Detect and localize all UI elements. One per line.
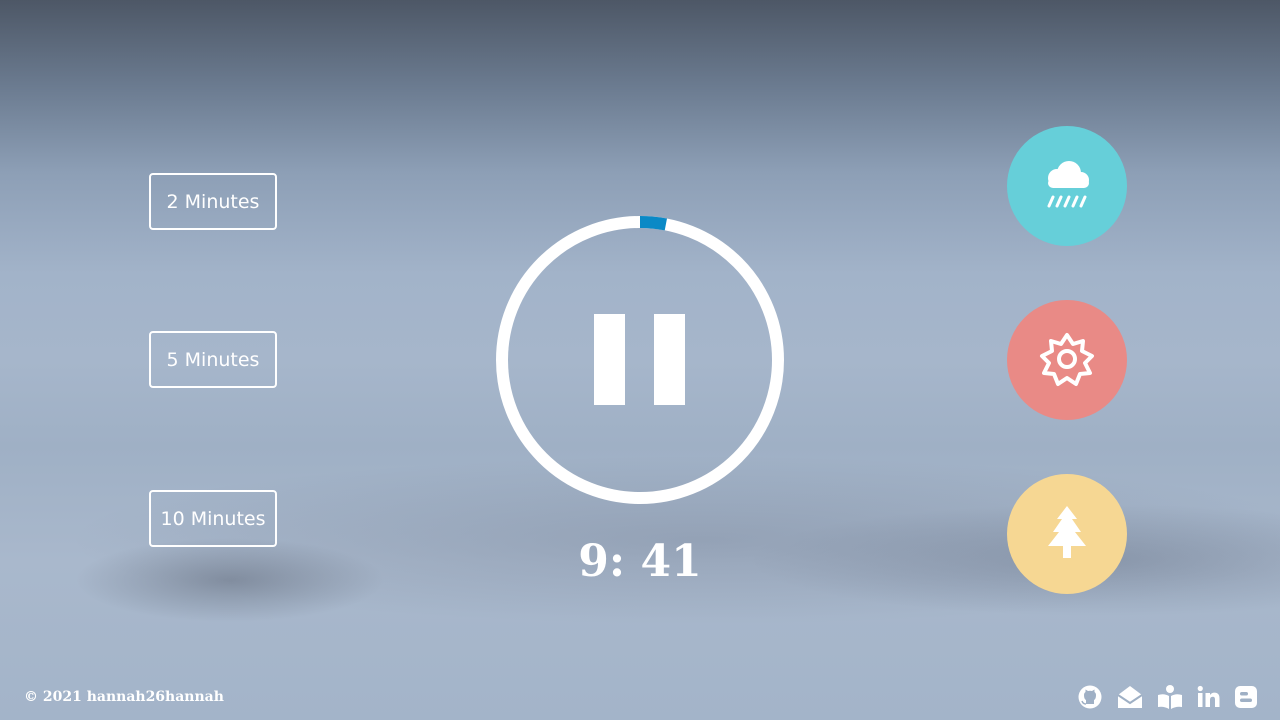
mail-icon [1117, 686, 1143, 708]
duration-10-minutes-button[interactable]: 10 Minutes [149, 490, 277, 547]
tree-icon [1048, 506, 1086, 558]
blogger-icon [1235, 686, 1257, 708]
copyright-text: © 2021 hannah26hannah [24, 689, 224, 705]
rain-sound-button[interactable] [1007, 126, 1127, 246]
time-remaining: 9: 41 [578, 536, 702, 587]
winter-sound-button[interactable] [1007, 474, 1127, 594]
pause-bar-right [654, 314, 685, 405]
pause-button[interactable] [594, 314, 686, 406]
github-link[interactable] [1077, 684, 1103, 710]
sun-icon [1040, 333, 1094, 386]
reader-link[interactable] [1156, 684, 1184, 710]
reader-icon [1158, 685, 1182, 709]
linkedin-link[interactable] [1196, 684, 1222, 710]
duration-5-minutes-button[interactable]: 5 Minutes [149, 331, 277, 388]
cloud-rain-icon [1047, 161, 1089, 208]
linkedin-icon [1197, 685, 1220, 707]
duration-2-minutes-button[interactable]: 2 Minutes [149, 173, 277, 230]
pause-bar-left [594, 314, 625, 405]
github-icon [1078, 685, 1102, 709]
blog-link[interactable] [1233, 684, 1259, 710]
email-link[interactable] [1116, 684, 1144, 710]
summer-sound-button[interactable] [1007, 300, 1127, 420]
meditation-app: 2 Minutes 5 Minutes 10 Minutes 9: 41 © 2… [0, 0, 1280, 720]
